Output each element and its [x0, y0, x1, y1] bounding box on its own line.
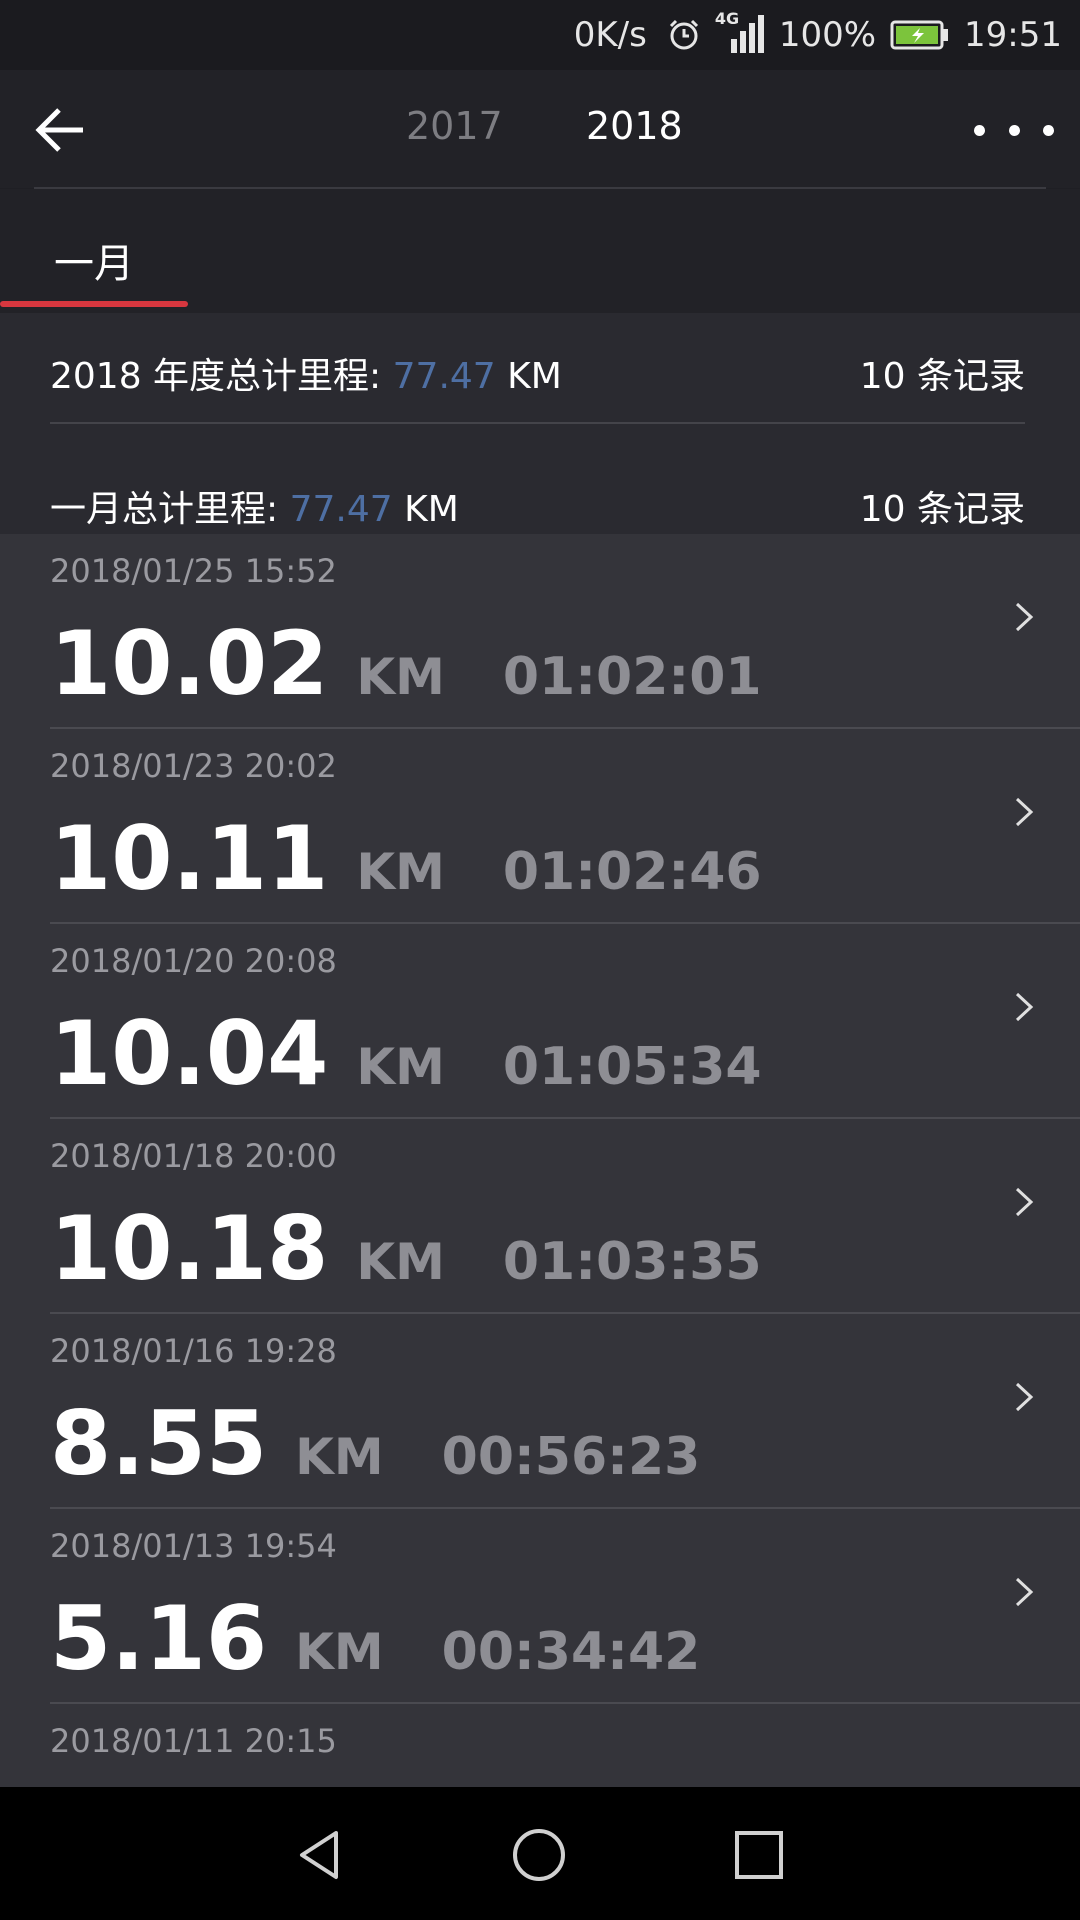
chevron-right-icon [1015, 992, 1034, 1022]
chevron-right-icon [1015, 602, 1034, 632]
network-type-label: 4G [715, 9, 765, 57]
more-dots-icon [1008, 124, 1020, 136]
run-distance-unit: KM [356, 1038, 445, 1096]
nav-back-button[interactable] [282, 1817, 358, 1893]
run-distance-value: 5.16 [50, 1587, 268, 1690]
run-duration: 01:05:34 [502, 1037, 762, 1097]
run-stats: 10.02 KM 01:02:01 [50, 612, 762, 715]
year-tabs: 2017 2018 [0, 70, 1080, 188]
network-speed: 0K/s [573, 15, 647, 55]
year-total-value: 77.47 [392, 356, 496, 397]
chevron-right-icon [1015, 797, 1034, 827]
run-list: 2018/01/25 15:52 10.02 KM 01:02:01 2018/… [0, 534, 1080, 1787]
chevron-right-icon [1015, 1577, 1034, 1607]
run-stats: 10.18 KM 01:03:35 [50, 1197, 762, 1300]
list-item[interactable]: 2018/01/13 19:54 5.16 KM 00:34:42 [0, 1509, 1080, 1704]
year-tab-2018[interactable]: 2018 [586, 104, 683, 148]
list-item[interactable]: 2018/01/16 19:28 8.55 KM 00:56:23 [0, 1314, 1080, 1509]
run-duration: 01:02:01 [502, 647, 762, 707]
run-stats: 10.04 KM 01:05:34 [50, 1002, 762, 1105]
chevron-right-icon [1015, 1187, 1034, 1217]
alarm-icon [669, 19, 698, 50]
month-total-distance: 一月总计里程: 77.47 KM [50, 480, 459, 532]
list-item[interactable]: 2018/01/18 20:00 10.18 KM 01:03:35 [0, 1119, 1080, 1314]
signal-icon [730, 15, 764, 53]
run-distance-value: 10.04 [50, 1002, 329, 1105]
more-options-button[interactable] [974, 110, 1054, 150]
run-distance-value: 8.55 [50, 1392, 268, 1495]
run-distance-unit: KM [356, 1233, 445, 1291]
more-dots-icon [974, 124, 985, 136]
year-summary: 2018 年度总计里程: 77.47 KM 10 条记录 [50, 343, 1025, 403]
circle-home-icon [513, 1829, 565, 1881]
run-date: 2018/01/25 15:52 [50, 552, 337, 590]
list-item[interactable]: 2018/01/25 15:52 10.02 KM 01:02:01 [0, 534, 1080, 729]
clock: 19:51 [964, 15, 1062, 55]
run-stats: 8.55 KM 00:56:23 [50, 1392, 700, 1495]
tab-january[interactable]: 一月 [0, 189, 188, 313]
chevron-right-icon [1015, 1382, 1034, 1412]
month-total-unit: KM [392, 489, 459, 530]
battery-icon [890, 20, 949, 50]
run-date: 2018/01/11 20:15 [50, 1722, 337, 1760]
run-distance-unit: KM [295, 1428, 384, 1486]
nav-recents-button[interactable] [721, 1817, 797, 1893]
run-distance-unit: KM [356, 648, 445, 706]
run-duration: 00:34:42 [441, 1622, 701, 1682]
run-date: 2018/01/18 20:00 [50, 1137, 337, 1175]
list-item[interactable]: 2018/01/20 20:08 10.04 KM 01:05:34 [0, 924, 1080, 1119]
month-summary: 一月总计里程: 77.47 KM 10 条记录 [50, 476, 1025, 536]
month-record-count: 10 条记录 [859, 489, 1025, 530]
run-date: 2018/01/23 20:02 [50, 747, 337, 785]
run-date: 2018/01/20 20:08 [50, 942, 337, 980]
month-tab-bar: 一月 [0, 189, 1080, 313]
run-date: 2018/01/16 19:28 [50, 1332, 337, 1370]
month-total-label: 一月总计里程: [50, 489, 290, 530]
tab-january-label: 一月 [54, 241, 134, 287]
run-date: 2018/01/13 19:54 [50, 1527, 337, 1565]
year-tab-2017[interactable]: 2017 [406, 104, 503, 148]
summary-divider [50, 422, 1025, 424]
summary-panel: 2018 年度总计里程: 77.47 KM 10 条记录 一月总计里程: 77.… [0, 313, 1080, 534]
year-total-label: 2018 年度总计里程: [50, 356, 393, 397]
triangle-back-icon [300, 1831, 338, 1879]
list-item[interactable]: 2018/01/23 20:02 10.11 KM 01:02:46 [0, 729, 1080, 924]
tab-selected-indicator [0, 301, 188, 307]
run-duration: 01:02:46 [502, 842, 762, 902]
run-distance-value: 10.18 [50, 1197, 329, 1300]
run-duration: 01:03:35 [502, 1232, 762, 1292]
nav-home-button[interactable] [501, 1817, 577, 1893]
run-stats: 10.11 KM 01:02:46 [50, 807, 762, 910]
status-bar: 0K/s 4G 100% 19:51 [0, 0, 1080, 70]
app-bar: 2017 2018 [0, 70, 1080, 188]
year-total-distance: 2018 年度总计里程: 77.47 KM [50, 347, 562, 399]
run-distance-unit: KM [295, 1623, 384, 1681]
run-distance-value: 10.11 [50, 807, 329, 910]
run-stats: 5.16 KM 00:34:42 [50, 1587, 700, 1690]
year-record-count: 10 条记录 [859, 356, 1025, 397]
system-nav-bar [0, 1787, 1080, 1920]
month-total-value: 77.47 [289, 489, 393, 530]
battery-percent: 100% [778, 15, 877, 55]
list-item[interactable]: 2018/01/11 20:15 [0, 1704, 1080, 1787]
run-distance-value: 10.02 [50, 612, 329, 715]
run-duration: 00:56:23 [441, 1427, 701, 1487]
run-distance-unit: KM [356, 843, 445, 901]
year-total-unit: KM [495, 356, 562, 397]
square-recents-icon [735, 1831, 783, 1879]
more-dots-icon [1043, 124, 1054, 136]
